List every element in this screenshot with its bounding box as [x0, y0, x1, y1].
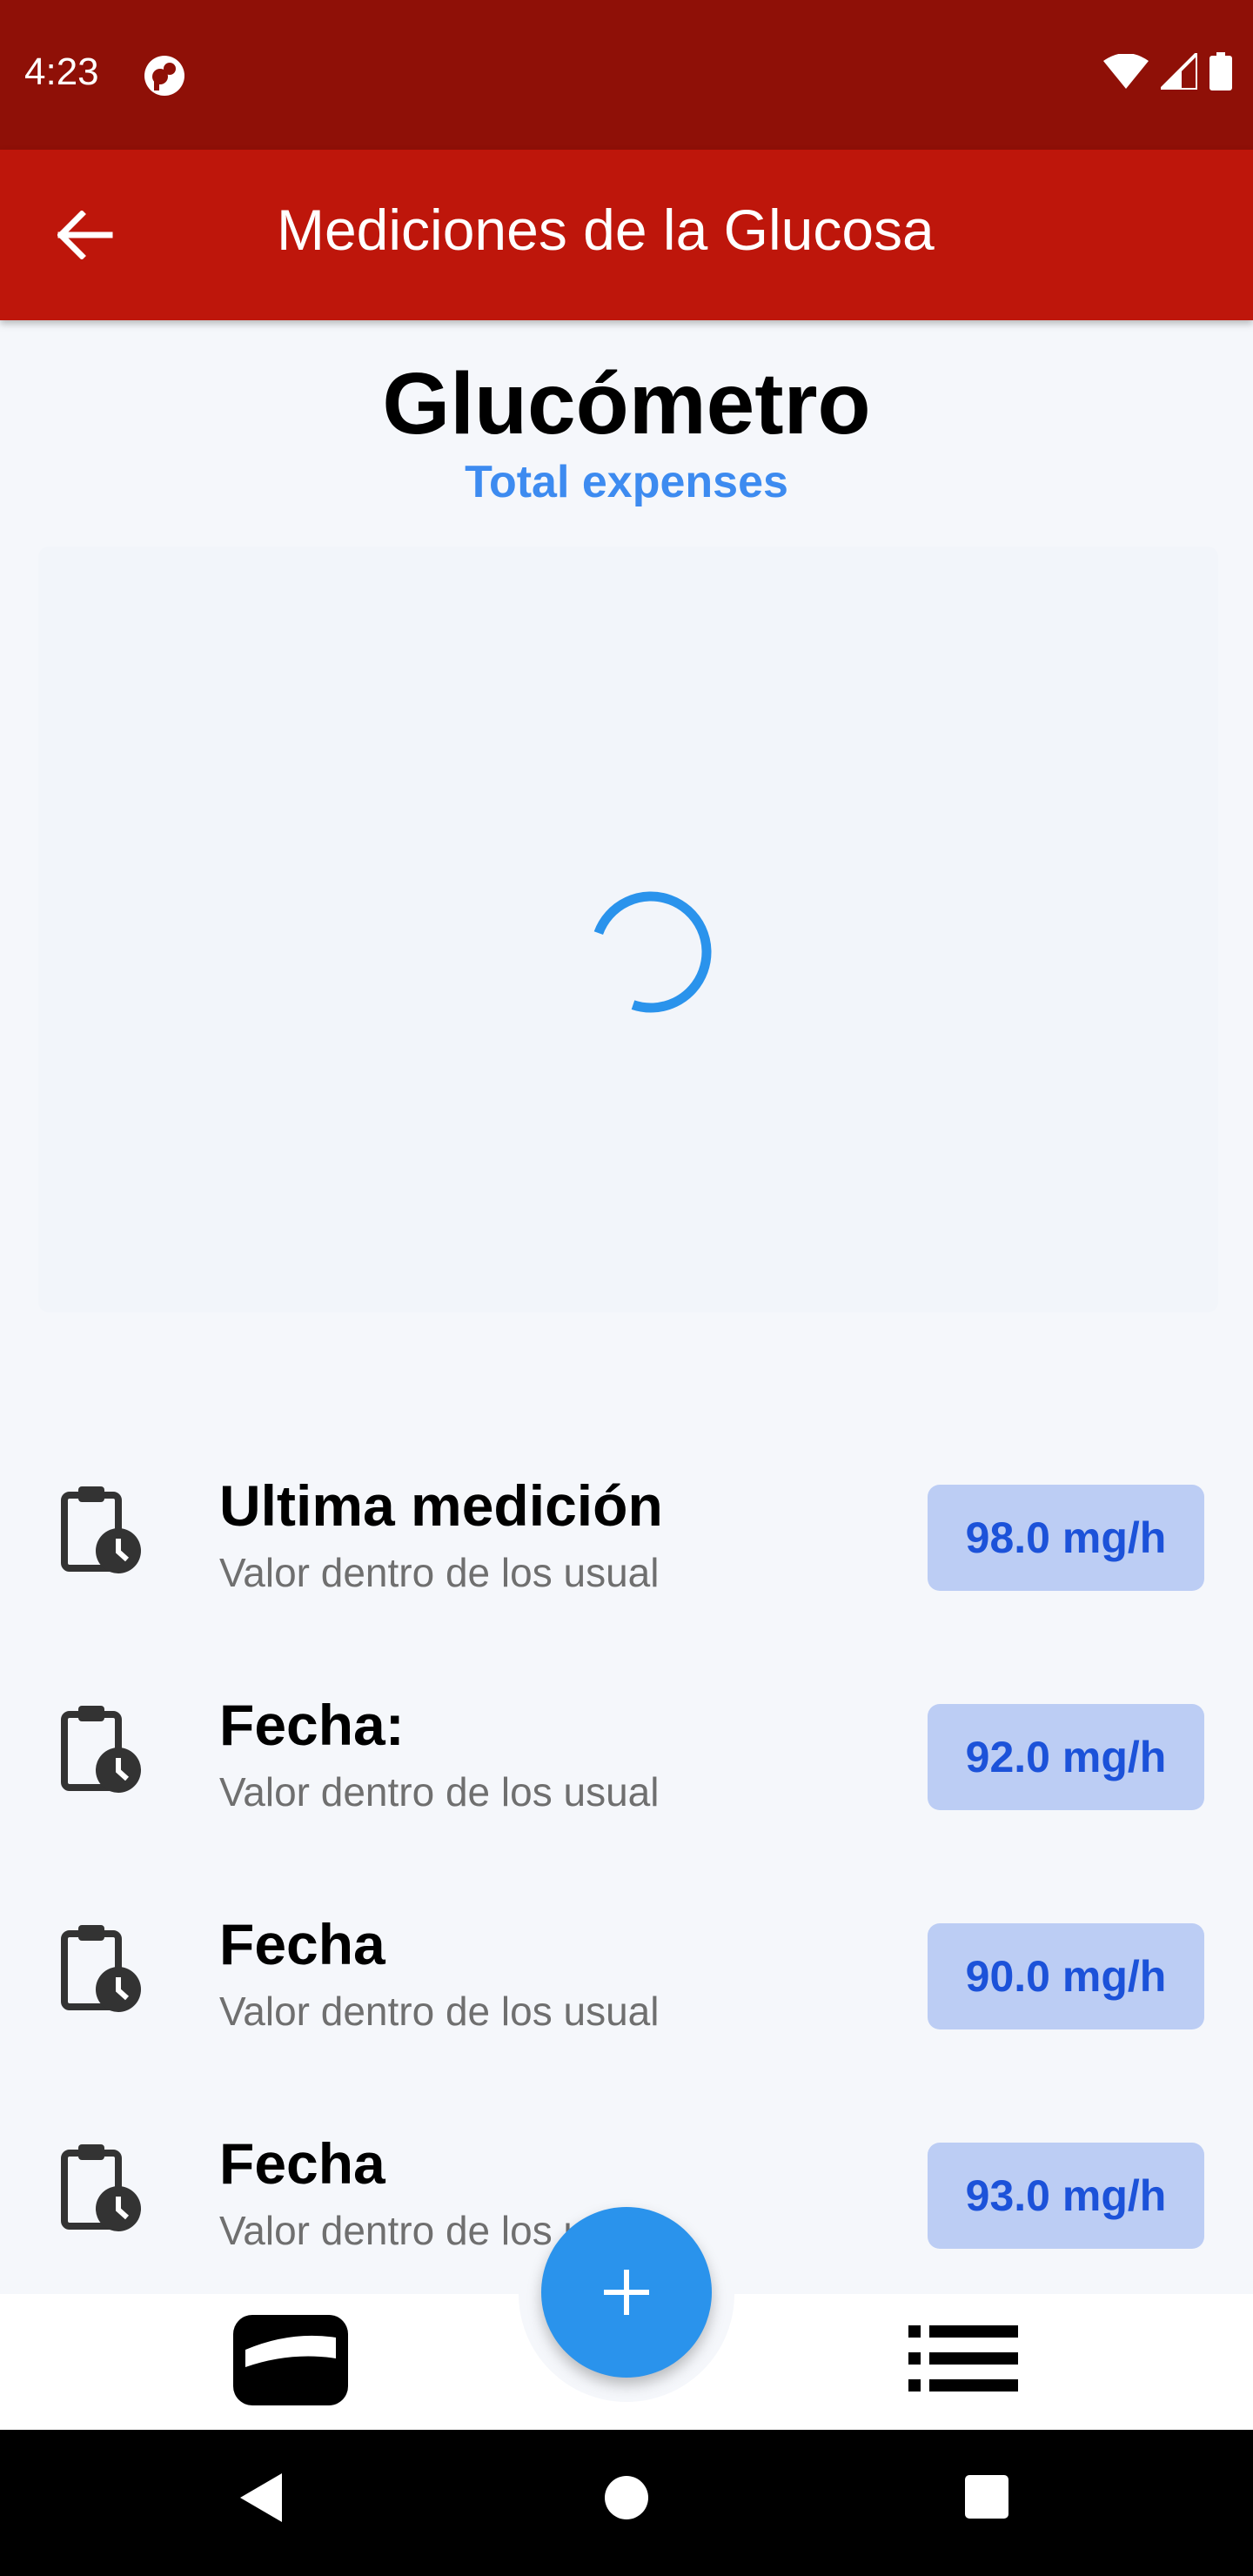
- item-title: Fecha: [219, 2131, 385, 2196]
- list-item[interactable]: Fecha Valor dentro de los usual 90.0 mg/…: [0, 1866, 1253, 2085]
- wallet-icon[interactable]: [230, 2311, 352, 2409]
- notification-icon: [144, 56, 184, 96]
- loading-spinner-icon: [590, 891, 712, 1013]
- list-icon[interactable]: [908, 2325, 1018, 2392]
- status-time: 4:23: [24, 50, 99, 93]
- list-item[interactable]: Ultima medición Valor dentro de los usua…: [0, 1427, 1253, 1647]
- back-button[interactable]: [49, 198, 122, 272]
- app-title: Mediciones de la Glucosa: [277, 198, 935, 262]
- clipboard-clock-icon: [61, 1706, 141, 1793]
- clipboard-clock-icon: [61, 2144, 141, 2231]
- system-nav-bar: [0, 2430, 1253, 2576]
- signal-icon: [1161, 53, 1197, 90]
- plus-icon: [604, 2270, 649, 2315]
- item-title: Fecha: [219, 1912, 385, 1976]
- clipboard-clock-icon: [61, 1925, 141, 2012]
- wifi-icon: [1103, 54, 1149, 89]
- add-measurement-button[interactable]: [541, 2207, 712, 2378]
- item-title: Ultima medición: [219, 1473, 663, 1538]
- arrow-left-icon: [57, 211, 113, 259]
- page-title: Glucómetro: [382, 355, 871, 453]
- clipboard-clock-icon: [61, 1486, 141, 1573]
- item-subtitle: Valor dentro de los usual: [219, 1550, 660, 1595]
- list-item[interactable]: Fecha: Valor dentro de los usual 92.0 mg…: [0, 1647, 1253, 1866]
- chart-area: [38, 547, 1218, 1312]
- battery-icon: [1209, 52, 1232, 91]
- item-subtitle: Valor dentro de los usual: [219, 1989, 660, 2034]
- item-title: Fecha:: [219, 1693, 405, 1757]
- recents-square-icon[interactable]: [964, 2470, 1009, 2526]
- status-icons: [1103, 52, 1232, 91]
- value-badge: 93.0 mg/h: [928, 2143, 1204, 2249]
- page-subtitle: Total expenses: [465, 457, 788, 507]
- app-bar: Mediciones de la Glucosa: [0, 150, 1253, 320]
- home-circle-icon[interactable]: [604, 2470, 649, 2526]
- value-badge: 90.0 mg/h: [928, 1923, 1204, 2029]
- measurement-list: Ultima medición Valor dentro de los usua…: [0, 1427, 1253, 2294]
- item-subtitle: Valor dentro de los usual: [219, 1769, 660, 1815]
- back-triangle-icon[interactable]: [237, 2470, 285, 2526]
- value-badge: 92.0 mg/h: [928, 1704, 1204, 1810]
- status-bar: 4:23: [0, 0, 1253, 150]
- value-badge: 98.0 mg/h: [928, 1485, 1204, 1591]
